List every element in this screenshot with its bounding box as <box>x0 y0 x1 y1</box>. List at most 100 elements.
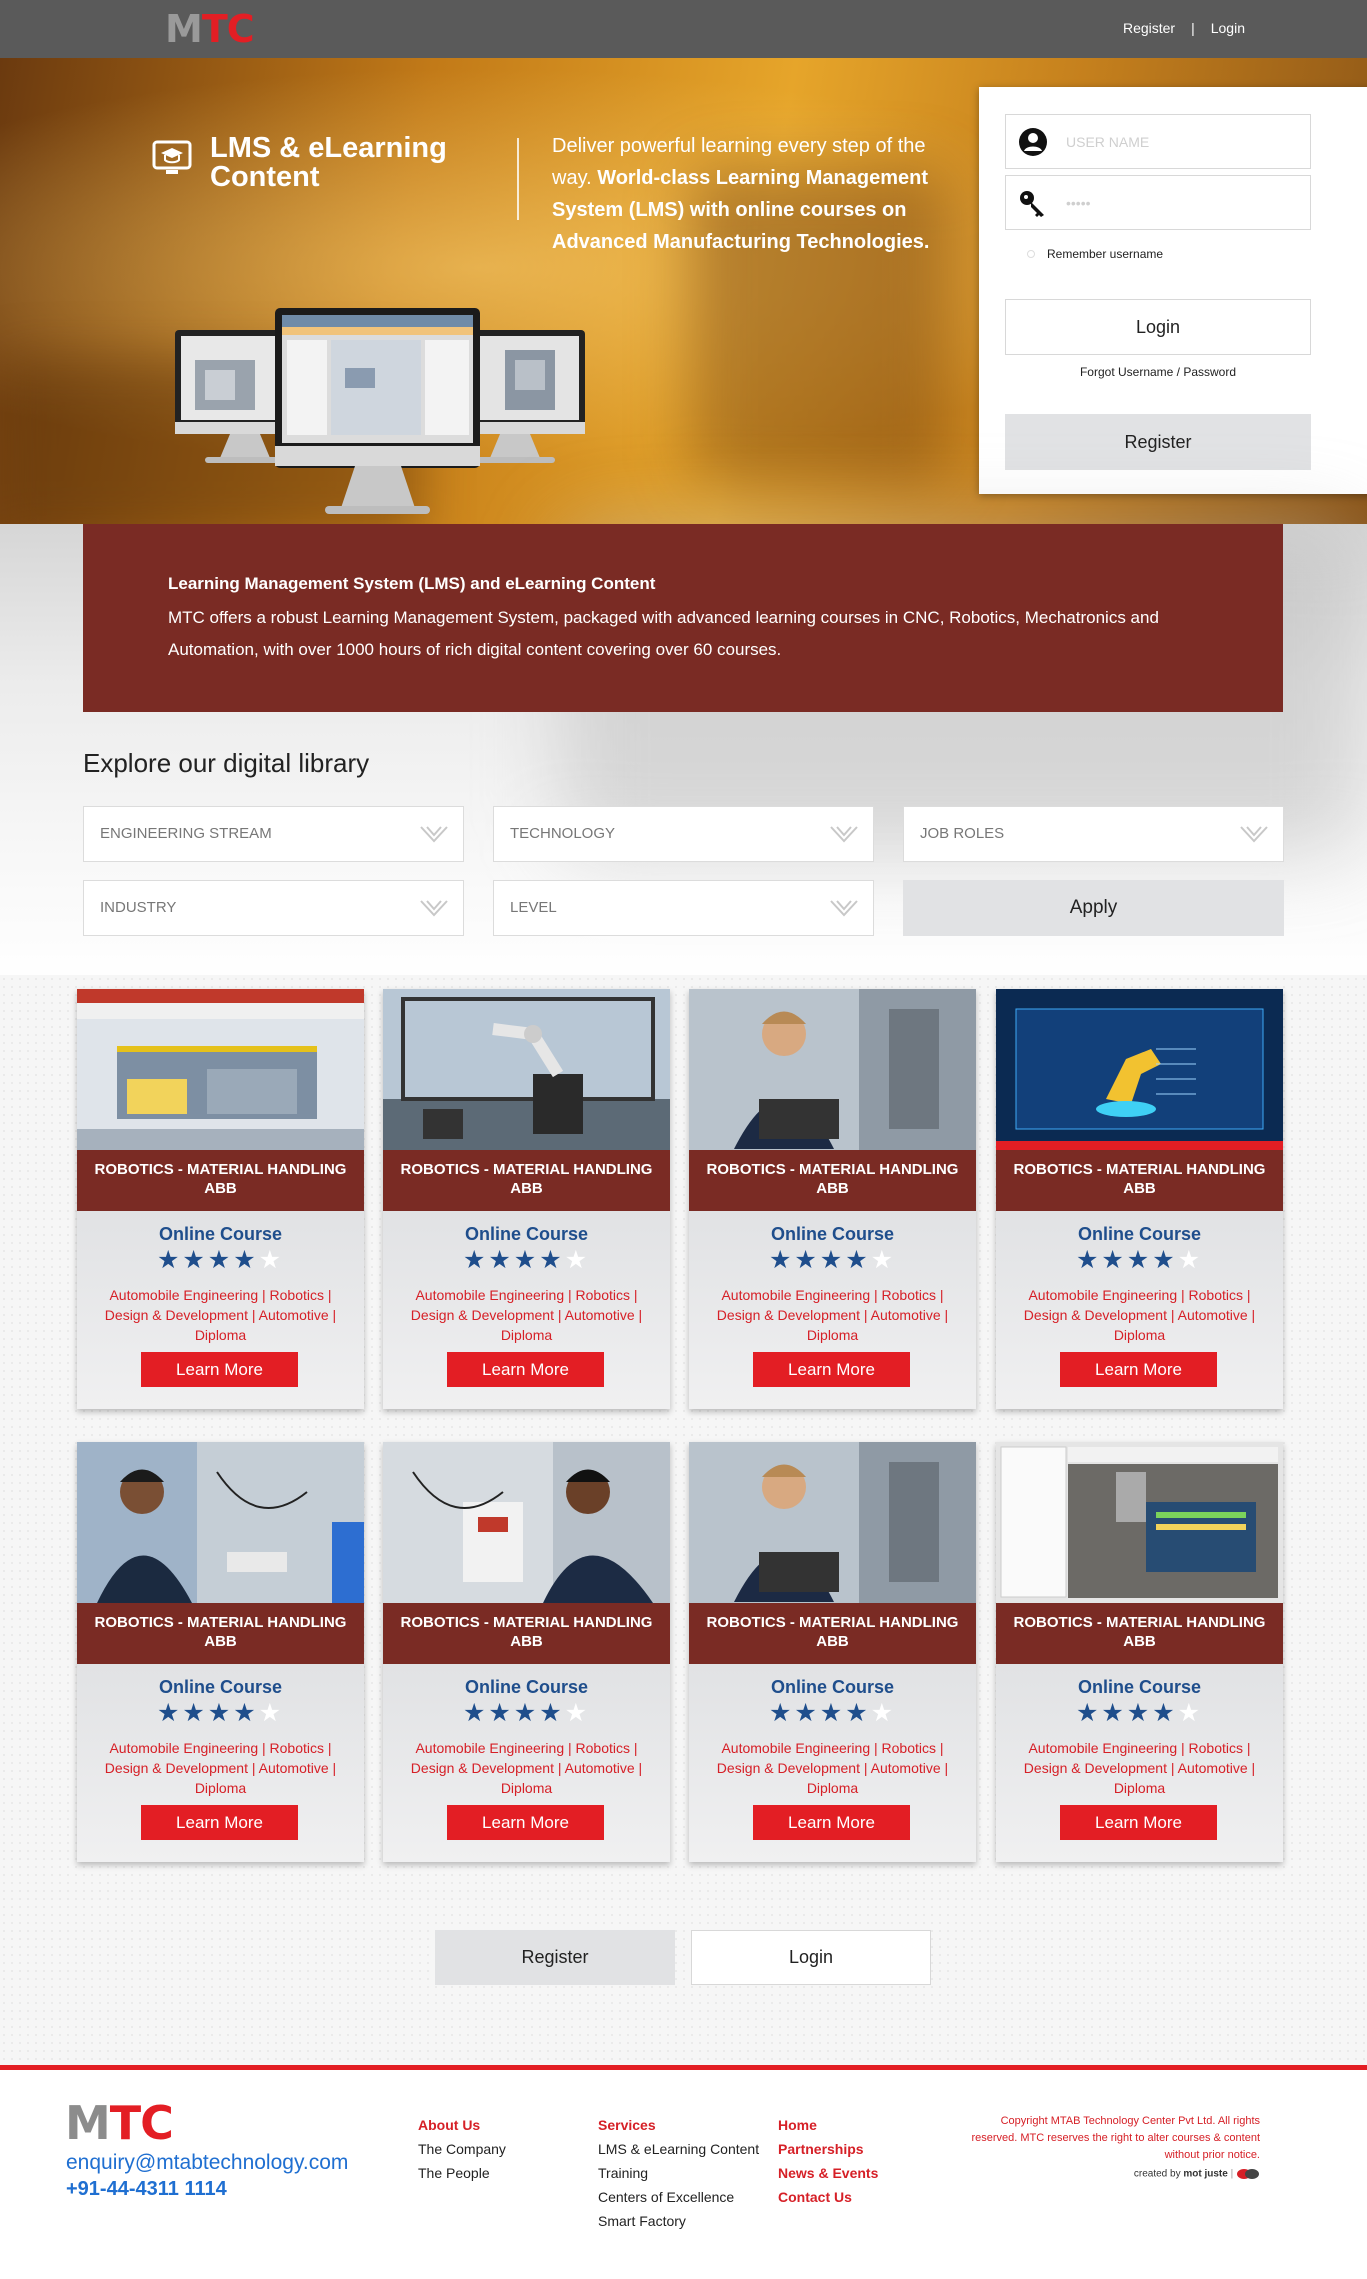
star-filled-icon: ★ <box>1101 1699 1127 1727</box>
course-thumbnail[interactable] <box>996 989 1283 1150</box>
star-empty-icon: ★ <box>258 1246 285 1274</box>
footer-link-partnerships[interactable]: Partnerships <box>778 2137 878 2161</box>
footer-email[interactable]: enquiry@mtabtechnology.com <box>66 2151 348 2175</box>
bottom-register-button[interactable]: Register <box>435 1930 675 1985</box>
bottom-login-button[interactable]: Login <box>691 1930 931 1985</box>
course-tags: Automobile Engineering | Robotics | Desi… <box>410 1740 643 1796</box>
footer-link-company[interactable]: The Company <box>418 2137 506 2161</box>
course-tags: Automobile Engineering | Robotics | Desi… <box>716 1287 949 1343</box>
star-filled-icon: ★ <box>1152 1699 1178 1727</box>
star-filled-icon: ★ <box>156 1246 183 1274</box>
footer-link-coe[interactable]: Centers of Excellence <box>598 2185 759 2209</box>
course-card[interactable]: ROBOTICS - MATERIAL HANDLING ABB Online C… <box>77 1442 364 1862</box>
course-rating: ★★★★★ <box>689 1700 976 1726</box>
course-type: Online Course <box>1077 1224 1202 1244</box>
panel-login-button[interactable]: Login <box>1005 299 1311 355</box>
course-card[interactable]: ROBOTICS - MATERIAL HANDLING ABB Online C… <box>383 1442 670 1862</box>
remember-username[interactable]: Remember username <box>1027 247 1163 261</box>
learn-more-button[interactable]: Learn More <box>447 1352 604 1387</box>
course-rating: ★★★★★ <box>383 1700 670 1726</box>
star-empty-icon: ★ <box>564 1246 591 1274</box>
top-links: Register | Login <box>1123 20 1245 36</box>
apply-filters-button[interactable]: Apply <box>903 880 1284 936</box>
star-filled-icon: ★ <box>462 1699 489 1727</box>
footer-credit: created by mot juste | <box>1060 2168 1260 2180</box>
footer-link-people[interactable]: The People <box>418 2161 506 2185</box>
course-rating: ★★★★★ <box>77 1247 364 1273</box>
filter-label: INDUSTRY <box>100 899 177 916</box>
password-input[interactable] <box>1066 190 1296 216</box>
footer-logo-tc: TC <box>109 2096 174 2150</box>
star-filled-icon: ★ <box>1101 1246 1127 1274</box>
course-title: ROBOTICS - MATERIAL HANDLING ABB <box>996 1150 1283 1211</box>
learn-more-button[interactable]: Learn More <box>141 1352 298 1387</box>
learn-more-button[interactable]: Learn More <box>1060 1352 1217 1387</box>
course-thumbnail[interactable] <box>383 1442 670 1603</box>
filter-engineering-stream[interactable]: ENGINEERING STREAM <box>83 806 464 862</box>
course-thumbnail[interactable] <box>689 1442 976 1603</box>
course-title: ROBOTICS - MATERIAL HANDLING ABB <box>996 1603 1283 1664</box>
learn-more-button[interactable]: Learn More <box>753 1352 910 1387</box>
course-card[interactable]: ROBOTICS - MATERIAL HANDLING ABB Online C… <box>689 989 976 1409</box>
course-thumbnail[interactable] <box>77 989 364 1150</box>
star-filled-icon: ★ <box>1126 1246 1153 1274</box>
panel-register-button[interactable]: Register <box>1005 414 1311 470</box>
course-card[interactable]: ROBOTICS - MATERIAL HANDLING ABB Online C… <box>996 1442 1283 1862</box>
filter-level[interactable]: LEVEL <box>493 880 874 936</box>
course-thumbnail[interactable] <box>77 1442 364 1603</box>
footer-link-news[interactable]: News & Events <box>778 2161 878 2185</box>
learn-more-button[interactable]: Learn More <box>753 1805 910 1840</box>
star-filled-icon: ★ <box>845 1699 871 1727</box>
course-thumbnail[interactable] <box>996 1442 1283 1603</box>
library-heading: Explore our digital library <box>83 748 370 778</box>
username-input[interactable] <box>1066 129 1296 155</box>
filter-job-roles[interactable]: JOB ROLES <box>903 806 1284 862</box>
course-title: ROBOTICS - MATERIAL HANDLING ABB <box>77 1603 364 1664</box>
footer-phone[interactable]: +91-44-4311 1114 <box>66 2178 227 2201</box>
user-icon <box>1019 128 1047 156</box>
star-filled-icon: ★ <box>182 1699 208 1727</box>
top-register-link[interactable]: Register <box>1123 20 1175 36</box>
info-description: MTC offers a robust Learning Management … <box>168 608 1159 659</box>
credit-name[interactable]: mot juste <box>1183 2169 1227 2180</box>
mtc-logo[interactable]: MTC <box>165 7 255 51</box>
filter-industry[interactable]: INDUSTRY <box>83 880 464 936</box>
star-filled-icon: ★ <box>488 1246 514 1274</box>
footer-link-contact[interactable]: Contact Us <box>778 2185 878 2209</box>
speech-bubbles-icon <box>1237 2169 1259 2179</box>
forgot-password-link[interactable]: Forgot Username / Password <box>979 365 1337 379</box>
footer-services-heading[interactable]: Services <box>598 2113 759 2137</box>
star-filled-icon: ★ <box>794 1246 820 1274</box>
course-type: Online Course <box>770 1224 895 1244</box>
learn-more-button[interactable]: Learn More <box>447 1805 604 1840</box>
footer-link-training[interactable]: Training <box>598 2161 759 2185</box>
logo-tc: TC <box>201 7 255 51</box>
footer-about-heading[interactable]: About Us <box>418 2113 506 2137</box>
remember-checkbox[interactable] <box>1027 250 1035 258</box>
footer-link-home[interactable]: Home <box>778 2113 878 2137</box>
filter-technology[interactable]: TECHNOLOGY <box>493 806 874 862</box>
course-card[interactable]: ROBOTICS - MATERIAL HANDLING ABB Online C… <box>77 989 364 1409</box>
learn-more-button[interactable]: Learn More <box>141 1805 298 1840</box>
course-thumbnail[interactable] <box>383 989 670 1150</box>
course-card[interactable]: ROBOTICS - MATERIAL HANDLING ABB Online C… <box>996 989 1283 1409</box>
star-filled-icon: ★ <box>768 1246 795 1274</box>
footer-logo[interactable]: MTC <box>65 2096 174 2150</box>
course-type: Online Course <box>464 1677 589 1697</box>
password-field-box <box>1005 175 1311 230</box>
star-filled-icon: ★ <box>1075 1246 1102 1274</box>
footer-link-smart-factory[interactable]: Smart Factory <box>598 2209 759 2233</box>
chevron-down-icon <box>420 900 448 917</box>
course-type: Online Course <box>1077 1677 1202 1697</box>
course-card[interactable]: ROBOTICS - MATERIAL HANDLING ABB Online C… <box>689 1442 976 1862</box>
footer-link-lms[interactable]: LMS & eLearning Content <box>598 2137 759 2161</box>
top-login-link[interactable]: Login <box>1211 20 1245 36</box>
login-panel: Remember username Login Forgot Username … <box>979 87 1367 494</box>
filter-label: ENGINEERING STREAM <box>100 825 272 842</box>
course-card[interactable]: ROBOTICS - MATERIAL HANDLING ABB Online C… <box>383 989 670 1409</box>
chevron-down-icon <box>420 826 448 843</box>
learn-more-button[interactable]: Learn More <box>1060 1805 1217 1840</box>
chevron-down-icon <box>830 826 858 843</box>
star-filled-icon: ★ <box>182 1246 208 1274</box>
course-thumbnail[interactable] <box>689 989 976 1150</box>
